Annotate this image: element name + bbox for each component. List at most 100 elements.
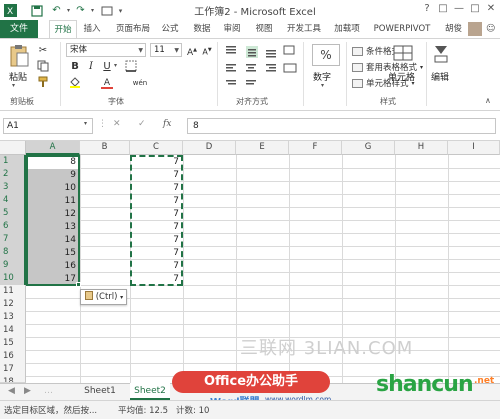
row-header[interactable]: 1 [0, 155, 26, 169]
quick-access-icon[interactable] [100, 4, 113, 17]
fill-color-icon[interactable] [68, 76, 82, 90]
cell-a9[interactable]: 16 [26, 259, 80, 273]
shrink-font-icon[interactable]: A▼ [200, 43, 214, 57]
cells-icon[interactable] [393, 44, 413, 64]
cell-c6[interactable]: 7 [130, 220, 183, 234]
cells-button[interactable]: 单元格 [388, 70, 415, 83]
editing-icon[interactable] [431, 44, 451, 64]
phonetic-icon[interactable]: wén [130, 76, 150, 90]
cell-c3[interactable]: 7 [130, 181, 183, 195]
column-header-g[interactable]: G [342, 141, 395, 155]
editing-button[interactable]: 编辑 [431, 70, 449, 83]
tab-data[interactable]: 数据 [190, 20, 214, 39]
cell-a3[interactable]: 10 [26, 181, 80, 195]
name-box[interactable]: A1 [3, 118, 93, 134]
cell-a5[interactable]: 12 [26, 207, 80, 221]
scroll-right-icon[interactable]: ▶ [24, 386, 31, 396]
redo-dropdown-icon[interactable]: ▾ [86, 4, 99, 17]
row-header[interactable]: 11 [0, 285, 26, 299]
column-header-a[interactable]: A [26, 141, 80, 155]
row-header[interactable]: 14 [0, 324, 26, 338]
underline-dropdown-icon[interactable]: ▾ [114, 62, 117, 69]
row-header[interactable]: 8 [0, 246, 26, 260]
minimize-icon[interactable]: — [452, 2, 466, 16]
row-header[interactable]: 9 [0, 259, 26, 273]
column-header-d[interactable]: D [183, 141, 236, 155]
cell-c8[interactable]: 7 [130, 246, 183, 260]
font-name-box[interactable]: 宋体 ▼ [66, 43, 146, 57]
cell-c5[interactable]: 7 [130, 207, 183, 221]
row-header[interactable]: 6 [0, 220, 26, 234]
row-header[interactable]: 13 [0, 311, 26, 325]
paste-options-button[interactable]: (Ctrl) ▾ [80, 289, 127, 305]
tab-view[interactable]: 视图 [252, 20, 276, 39]
enter-icon[interactable]: ✓ [138, 119, 146, 129]
tab-home[interactable]: 开始 [49, 20, 77, 39]
tab-review[interactable]: 审阅 [220, 20, 244, 39]
insert-function-icon[interactable]: fx [163, 119, 171, 129]
cell-a2[interactable]: 9 [26, 168, 80, 182]
column-header-h[interactable]: H [395, 141, 448, 155]
sheet-tab-sheet2[interactable]: Sheet2 [130, 383, 170, 400]
scroll-left-icon[interactable]: ◀ [8, 386, 15, 396]
row-header[interactable]: 10 [0, 272, 26, 286]
customize-qat-icon[interactable]: ▾ [114, 4, 127, 17]
maximize-icon[interactable]: □ [468, 2, 482, 16]
cell-a10[interactable]: 17 [26, 272, 80, 286]
borders-icon[interactable] [124, 60, 138, 74]
cell-c9[interactable]: 7 [130, 259, 183, 273]
tab-powerpivot[interactable]: POWERPIVOT [372, 20, 432, 39]
italic-button[interactable]: I [84, 60, 98, 74]
cell-c2[interactable]: 7 [130, 168, 183, 182]
copy-icon[interactable] [36, 60, 50, 74]
column-header-i[interactable]: I [448, 141, 500, 155]
grow-font-icon[interactable]: A▲ [185, 43, 199, 58]
fill-handle[interactable] [76, 282, 81, 287]
smile-icon[interactable]: ☺ [486, 20, 495, 39]
cell-c10[interactable]: 7 [130, 272, 183, 286]
avatar[interactable] [468, 22, 482, 36]
cell-a4[interactable]: 11 [26, 194, 80, 208]
tab-file[interactable]: 文件 [0, 20, 38, 39]
collapse-ribbon-icon[interactable]: ∧ [485, 96, 491, 105]
row-header[interactable]: 18 [0, 376, 26, 383]
row-header[interactable]: 7 [0, 233, 26, 247]
help-icon[interactable]: ? [420, 2, 434, 16]
row-header[interactable]: 15 [0, 337, 26, 351]
tab-insert[interactable]: 插入 [80, 20, 104, 39]
chevron-down-icon[interactable]: ▼ [138, 44, 143, 56]
column-header-b[interactable]: B [80, 141, 130, 155]
bold-button[interactable]: B [68, 60, 82, 74]
format-painter-icon[interactable] [36, 76, 50, 90]
paste-dropdown-icon[interactable]: ▾ [12, 82, 15, 89]
row-header[interactable]: 16 [0, 350, 26, 364]
cut-icon[interactable]: ✂ [36, 44, 50, 58]
row-header[interactable]: 3 [0, 181, 26, 195]
row-header[interactable]: 5 [0, 207, 26, 221]
formula-input[interactable]: 8 [187, 118, 496, 134]
cell-c4[interactable]: 7 [130, 194, 183, 208]
select-all-corner[interactable] [0, 141, 26, 155]
ribbon-display-icon[interactable]: □ [436, 2, 450, 16]
paste-icon[interactable] [8, 44, 30, 68]
close-icon[interactable]: ✕ [484, 2, 498, 16]
tab-addins[interactable]: 加载项 [330, 20, 364, 39]
cell-a1[interactable]: 8 [26, 155, 80, 169]
column-header-c[interactable]: C [130, 141, 183, 155]
user-name[interactable]: 胡俊 [445, 20, 462, 39]
row-header[interactable]: 2 [0, 168, 26, 182]
chevron-down-icon[interactable]: ▼ [174, 44, 179, 56]
font-color-icon[interactable]: A [100, 76, 114, 90]
row-header[interactable]: 12 [0, 298, 26, 312]
underline-button[interactable]: U [100, 60, 114, 74]
cell-a8[interactable]: 15 [26, 246, 80, 260]
save-icon[interactable] [30, 4, 43, 17]
row-header[interactable]: 4 [0, 194, 26, 208]
sheet-tab-sheet1[interactable]: Sheet1 [80, 383, 120, 400]
cancel-icon[interactable]: ✕ [113, 119, 121, 129]
tab-page-layout[interactable]: 页面布局 [110, 20, 156, 39]
cell-c7[interactable]: 7 [130, 233, 183, 247]
cell-c1[interactable]: 7 [130, 155, 183, 169]
font-size-box[interactable]: 11 ▼ [150, 43, 182, 57]
name-box-dropdown-icon[interactable]: ▾ [84, 120, 87, 127]
